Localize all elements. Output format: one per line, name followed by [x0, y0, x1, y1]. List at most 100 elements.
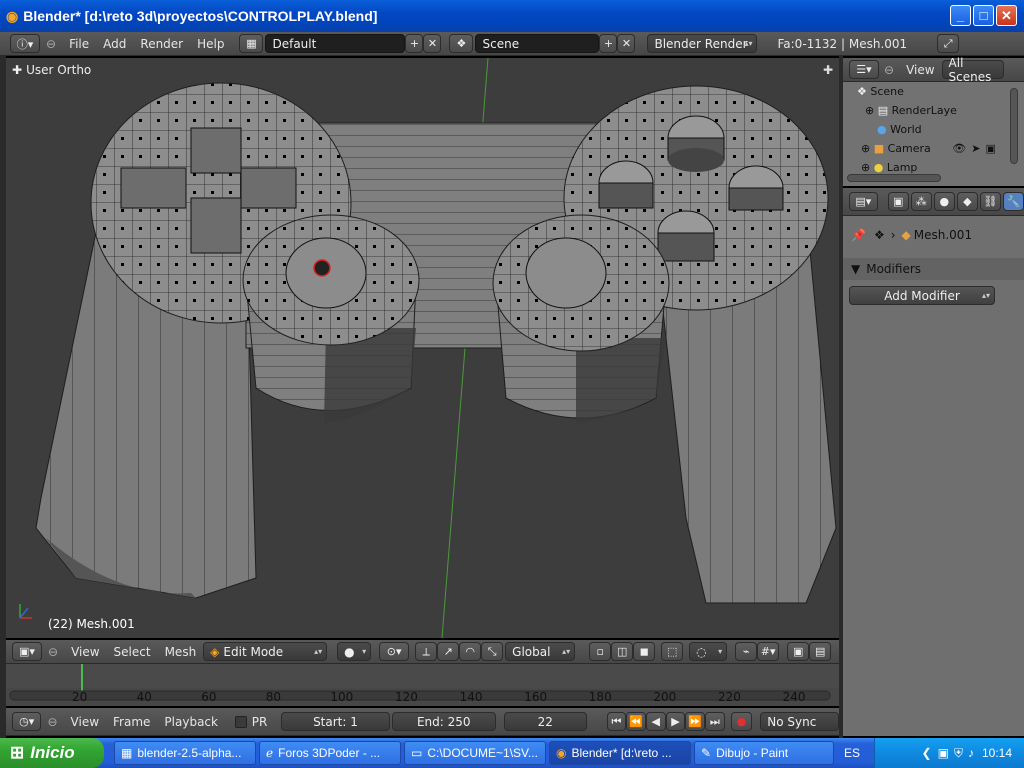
expand-icon[interactable]: ⊕ — [861, 142, 870, 155]
editor-type-icon[interactable]: ▣▾ — [12, 642, 42, 661]
modifiers-tab-icon[interactable]: 🔧 — [1002, 192, 1024, 211]
task-blender-alpha[interactable]: ▦ blender-2.5-alpha... — [114, 741, 256, 765]
preview-range-checkbox[interactable] — [234, 715, 247, 728]
vertex-select-icon[interactable]: ▫ — [589, 642, 612, 661]
menu-playback[interactable]: Playback — [157, 715, 225, 729]
render-icon[interactable]: ▣ — [985, 142, 995, 155]
render-still-icon[interactable]: ▣ — [787, 642, 810, 661]
maximize-button[interactable]: □ — [973, 5, 994, 26]
scene-field[interactable]: Scene — [475, 34, 600, 53]
outliner-scrollbar[interactable] — [1010, 88, 1018, 164]
layout-remove-icon[interactable]: ✕ — [423, 34, 442, 53]
end-frame-field[interactable]: End: 250 — [391, 712, 496, 731]
pin-icon[interactable]: 📌 — [851, 228, 866, 242]
face-select-icon[interactable]: ◼ — [633, 642, 656, 661]
play-reverse-icon[interactable]: ◀ — [645, 712, 666, 731]
outliner-item-camera[interactable]: ⊕ ■ Camera 👁 ➤ ▣ — [861, 142, 996, 155]
outliner-item-lamp[interactable]: ⊕ ● Lamp — [861, 161, 917, 174]
edge-select-icon[interactable]: ◫ — [611, 642, 634, 661]
jump-end-icon[interactable]: ⏭ — [704, 712, 725, 731]
scene-icon[interactable]: ❖ — [449, 34, 474, 53]
prev-keyframe-icon[interactable]: ⏪ — [626, 712, 646, 731]
tray-expand-icon[interactable]: ❮ — [922, 746, 932, 760]
timeline-type-icon[interactable]: ◷▾ — [12, 712, 42, 731]
collapse-icon[interactable]: ⊖ — [46, 37, 56, 51]
menu-add[interactable]: Add — [96, 37, 133, 51]
timeline[interactable]: 20 40 60 80 100 120 140 160 180 200 220 240 — [6, 664, 839, 706]
object-tab-icon[interactable]: ◆ — [956, 192, 978, 211]
select-arrow-icon[interactable]: ➤ — [971, 142, 980, 155]
layout-field[interactable]: Default — [265, 34, 406, 53]
world-tab-icon[interactable]: ● — [933, 192, 955, 211]
snap-icon[interactable]: ⌁ — [735, 642, 758, 661]
menu-view[interactable]: View — [64, 715, 106, 729]
layout-add-icon[interactable]: + — [405, 34, 424, 53]
collapse-icon[interactable]: ⊖ — [884, 63, 894, 77]
language-indicator[interactable]: ES — [844, 746, 860, 760]
outliner-item-renderlayer[interactable]: ⊕ ▤ RenderLaye — [865, 104, 957, 117]
translate-icon[interactable]: ↗ — [437, 642, 460, 661]
menu-file[interactable]: File — [62, 37, 96, 51]
menu-mesh[interactable]: Mesh — [158, 645, 204, 659]
scene-remove-icon[interactable]: ✕ — [617, 34, 636, 53]
proportional-dropdown[interactable]: ◌ ▾ — [689, 642, 728, 661]
scene-add-icon[interactable]: + — [599, 34, 618, 53]
minimize-button[interactable]: _ — [950, 5, 971, 26]
render-tab-icon[interactable]: ▣ — [887, 192, 909, 211]
security-icon[interactable]: ⛨ — [954, 746, 963, 761]
menu-view[interactable]: View — [64, 645, 106, 659]
network-icon[interactable]: ▣ — [938, 746, 949, 760]
shading-dropdown[interactable]: ● ▾ — [337, 642, 372, 661]
modifiers-panel-header[interactable]: ▼ Modifiers — [843, 258, 1024, 280]
current-frame-field[interactable]: 22 — [503, 712, 587, 731]
add-modifier-button[interactable]: Add Modifier ▴▾ — [849, 286, 995, 305]
close-button[interactable]: ✕ — [996, 5, 1017, 26]
viewport-canvas[interactable] — [6, 58, 839, 638]
3d-viewport[interactable]: ✚ User Ortho ✚ (22) Mesh.001 — [6, 58, 839, 638]
sync-dropdown[interactable]: No Sync — [760, 712, 840, 731]
expand-icon[interactable]: ⊕ — [865, 104, 874, 117]
volume-icon[interactable]: ♪ — [968, 746, 974, 760]
start-frame-field[interactable]: Start: 1 — [281, 712, 390, 731]
orientation-dropdown[interactable]: Global ▴▾ — [505, 642, 576, 661]
mode-dropdown[interactable]: ◈ Edit Mode ▴▾ — [203, 642, 328, 661]
collapse-icon[interactable]: ⊖ — [48, 645, 58, 659]
constraints-tab-icon[interactable]: ⛓ — [979, 192, 1001, 211]
scale-icon[interactable]: ⤡ — [481, 642, 504, 661]
next-keyframe-icon[interactable]: ⏩ — [685, 712, 705, 731]
render-anim-icon[interactable]: ▤ — [809, 642, 832, 661]
outliner-type-icon[interactable]: ☰▾ — [849, 60, 879, 79]
task-foros[interactable]: ℯ Foros 3DPoder - ... — [259, 741, 401, 765]
task-blender[interactable]: ◉ Blender* [d:\reto ... — [549, 741, 691, 765]
transform-manipulator-icon[interactable]: ⟂ — [415, 642, 438, 661]
layout-icon[interactable]: ▦ — [239, 34, 264, 53]
editor-type-icon[interactable]: ⓘ▾ — [10, 34, 40, 53]
play-icon[interactable]: ▶ — [665, 712, 686, 731]
record-icon[interactable]: ● — [730, 712, 753, 731]
menu-frame[interactable]: Frame — [106, 715, 157, 729]
pivot-icon[interactable]: ⊙▾ — [379, 642, 410, 661]
outliner-item-world[interactable]: ● World — [877, 123, 922, 136]
start-button[interactable]: ⊞ Inicio — [0, 738, 104, 768]
visibility-icon[interactable]: 👁 — [952, 142, 966, 155]
task-paint[interactable]: ✎ Dibujo - Paint — [694, 741, 834, 765]
jump-start-icon[interactable]: ⏮ — [606, 712, 627, 731]
outliner-filter-dropdown[interactable]: All Scenes — [941, 56, 1004, 84]
collapse-icon[interactable]: ⊖ — [47, 715, 57, 729]
menu-select[interactable]: Select — [107, 645, 158, 659]
task-explorer[interactable]: ▭ C:\DOCUME~1\SV... — [404, 741, 546, 765]
outliner-hscrollbar[interactable] — [847, 174, 941, 182]
fullscreen-icon[interactable]: ⤢ — [937, 34, 960, 53]
limit-selection-icon[interactable]: ⬚ — [661, 642, 684, 661]
renderlayer-tab-icon[interactable]: ⁂ — [910, 192, 932, 211]
outliner-item-scene[interactable]: ❖ Scene — [857, 85, 904, 98]
view-options-icon[interactable]: ✚ — [12, 63, 22, 77]
menu-render[interactable]: Render — [133, 37, 190, 51]
rotate-icon[interactable]: ◠ — [459, 642, 482, 661]
clock[interactable]: 10:14 — [982, 746, 1012, 760]
viewport-plus-icon[interactable]: ✚ — [823, 63, 833, 77]
snap-grid-icon[interactable]: #▾ — [757, 642, 780, 661]
properties-type-icon[interactable]: ▤▾ — [849, 192, 878, 211]
outliner-view-menu[interactable]: View — [899, 63, 941, 77]
render-engine-dropdown[interactable]: Blender Render ▴▾ — [647, 34, 758, 53]
